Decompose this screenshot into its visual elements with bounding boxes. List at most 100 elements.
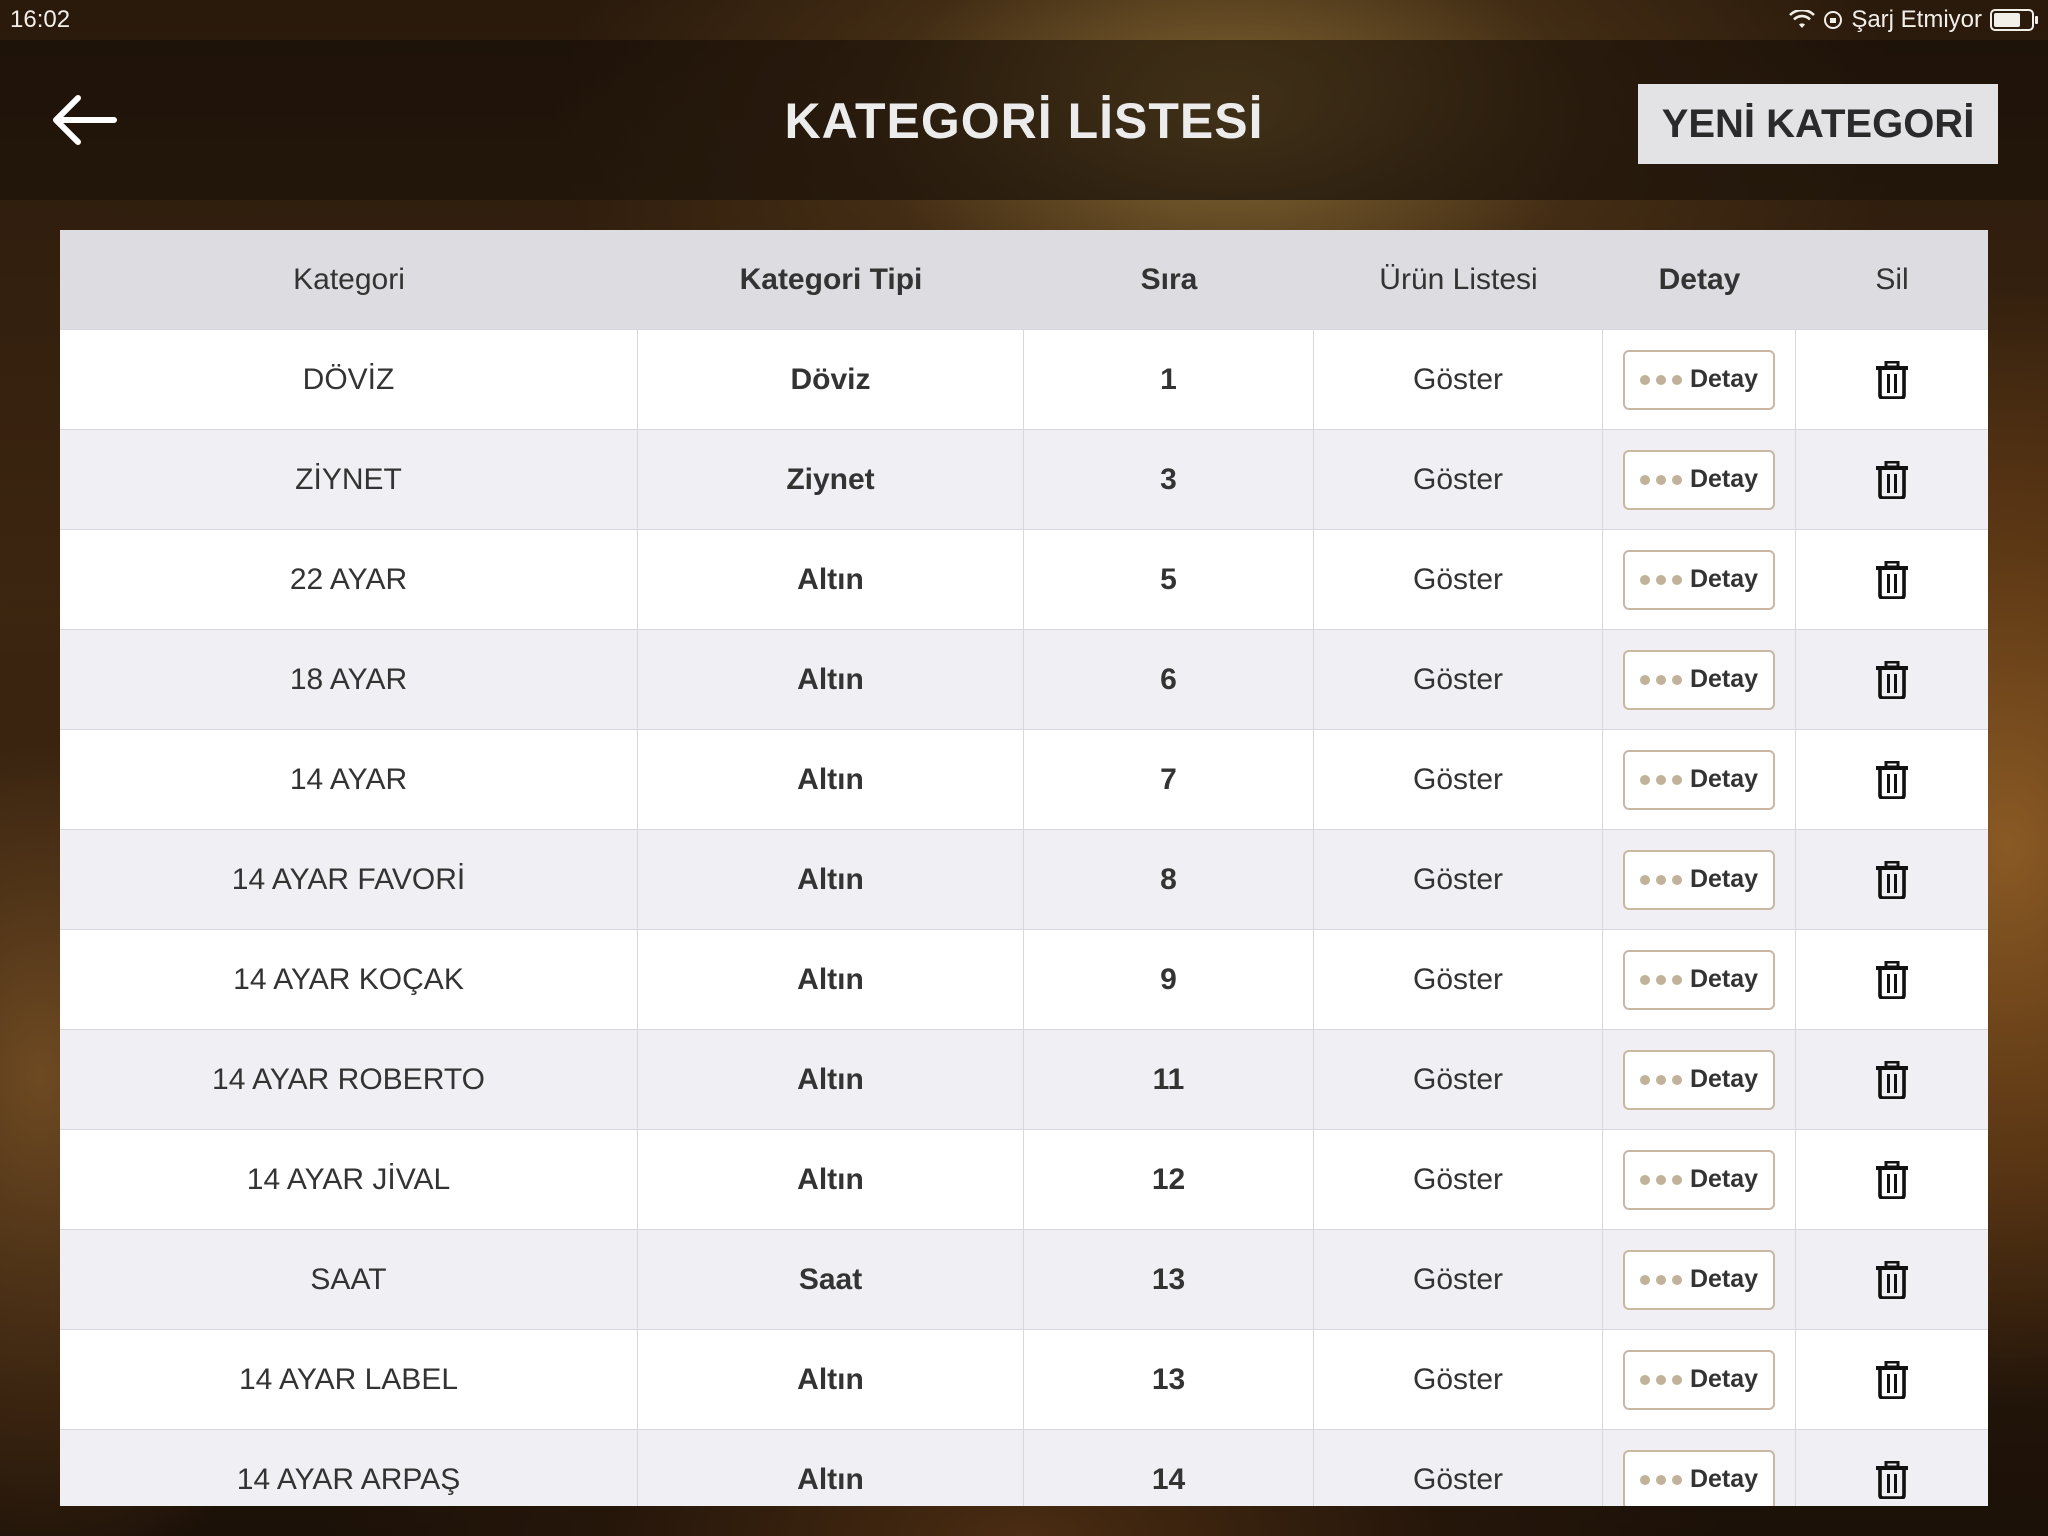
order-cell: 14 (1024, 1430, 1314, 1506)
more-dots-icon (1639, 974, 1682, 985)
detail-cell: Detay (1603, 830, 1796, 929)
trash-icon[interactable] (1875, 1360, 1909, 1399)
category-type-cell: Altın (638, 530, 1024, 629)
category-type-cell: Altın (638, 1030, 1024, 1129)
detail-cell: Detay (1603, 1130, 1796, 1229)
delete-cell (1796, 1330, 1988, 1429)
column-header-sil: Sil (1875, 262, 1909, 296)
detail-button[interactable]: Detay (1623, 949, 1775, 1010)
more-dots-icon (1639, 874, 1682, 885)
show-products-link[interactable]: Göster (1314, 830, 1603, 929)
table-header: Kategori Kategori Tipi Sıra Ürün Listesi… (60, 230, 1988, 330)
order-cell: 9 (1024, 930, 1314, 1029)
trash-icon[interactable] (1875, 960, 1909, 999)
show-products-link[interactable]: Göster (1314, 1130, 1603, 1229)
trash-icon[interactable] (1875, 1060, 1909, 1099)
detail-button-label: Detay (1689, 1065, 1759, 1093)
category-name-cell: 14 AYAR LABEL (60, 1330, 638, 1429)
category-name-cell: 14 AYAR KOÇAK (60, 930, 638, 1029)
delete-cell (1796, 630, 1988, 729)
more-dots-icon (1639, 674, 1682, 685)
trash-icon[interactable] (1875, 560, 1909, 599)
detail-button[interactable]: Detay (1623, 1349, 1775, 1410)
detail-button[interactable]: Detay (1623, 349, 1775, 410)
more-dots-icon (1639, 474, 1682, 485)
detail-button[interactable]: Detay (1623, 1049, 1775, 1110)
trash-icon[interactable] (1875, 660, 1909, 699)
trash-icon[interactable] (1875, 1460, 1909, 1499)
more-dots-icon (1639, 1174, 1682, 1185)
column-header-kategori: Kategori (293, 262, 405, 296)
trash-icon[interactable] (1875, 760, 1909, 799)
show-products-link[interactable]: Göster (1314, 630, 1603, 729)
detail-cell: Detay (1603, 730, 1796, 829)
header-bar: KATEGORİ LİSTESİ YENİ KATEGORİ (0, 40, 2048, 200)
detail-button-label: Detay (1689, 1365, 1759, 1393)
detail-button[interactable]: Detay (1623, 1149, 1775, 1210)
column-header-detay: Detay (1658, 262, 1741, 296)
category-name-cell: DÖVİZ (60, 330, 638, 429)
show-products-link[interactable]: Göster (1314, 730, 1603, 829)
category-type-cell: Altın (638, 730, 1024, 829)
detail-cell: Detay (1603, 1330, 1796, 1429)
category-name-cell: 14 AYAR ROBERTO (60, 1030, 638, 1129)
status-right: Şarj Etmiyor (1789, 6, 2038, 34)
order-cell: 11 (1024, 1030, 1314, 1129)
new-category-button[interactable]: YENİ KATEGORİ (1638, 84, 1998, 164)
category-name-cell: 14 AYAR (60, 730, 638, 829)
trash-icon[interactable] (1875, 360, 1909, 399)
status-bar: 16:02 Şarj Etmiyor (0, 0, 2048, 40)
table-body: DÖVİZ Döviz 1 Göster Detay ZİYNET Ziynet… (60, 330, 1988, 1506)
category-type-cell: Altın (638, 830, 1024, 929)
order-cell: 7 (1024, 730, 1314, 829)
detail-button[interactable]: Detay (1623, 1249, 1775, 1310)
detail-cell: Detay (1603, 630, 1796, 729)
category-name-cell: 22 AYAR (60, 530, 638, 629)
show-products-link[interactable]: Göster (1314, 330, 1603, 429)
detail-button[interactable]: Detay (1623, 649, 1775, 710)
order-cell: 5 (1024, 530, 1314, 629)
show-products-link[interactable]: Göster (1314, 1330, 1603, 1429)
category-name-cell: 14 AYAR FAVORİ (60, 830, 638, 929)
trash-icon[interactable] (1875, 460, 1909, 499)
category-name-cell: SAAT (60, 1230, 638, 1329)
detail-button[interactable]: Detay (1623, 749, 1775, 810)
detail-button[interactable]: Detay (1623, 549, 1775, 610)
show-products-link[interactable]: Göster (1314, 930, 1603, 1029)
detail-cell: Detay (1603, 330, 1796, 429)
detail-button-label: Detay (1689, 965, 1759, 993)
category-type-cell: Altın (638, 630, 1024, 729)
table-row: 14 AYAR ARPAŞ Altın 14 Göster Detay (60, 1430, 1988, 1506)
delete-cell (1796, 1130, 1988, 1229)
category-table: Kategori Kategori Tipi Sıra Ürün Listesi… (60, 230, 1988, 1506)
detail-button-label: Detay (1689, 365, 1759, 393)
show-products-link[interactable]: Göster (1314, 1430, 1603, 1506)
delete-cell (1796, 330, 1988, 429)
detail-cell: Detay (1603, 1030, 1796, 1129)
trash-icon[interactable] (1875, 1160, 1909, 1199)
table-row: 14 AYAR Altın 7 Göster Detay (60, 730, 1988, 830)
show-products-link[interactable]: Göster (1314, 430, 1603, 529)
trash-icon[interactable] (1875, 860, 1909, 899)
detail-button-label: Detay (1689, 765, 1759, 793)
show-products-link[interactable]: Göster (1314, 530, 1603, 629)
order-cell: 1 (1024, 330, 1314, 429)
battery-icon (1990, 9, 2038, 31)
table-row: DÖVİZ Döviz 1 Göster Detay (60, 330, 1988, 430)
show-products-link[interactable]: Göster (1314, 1230, 1603, 1329)
order-cell: 12 (1024, 1130, 1314, 1229)
table-row: 14 AYAR JİVAL Altın 12 Göster Detay (60, 1130, 1988, 1230)
category-name-cell: 18 AYAR (60, 630, 638, 729)
more-dots-icon (1639, 774, 1682, 785)
more-dots-icon (1639, 574, 1682, 585)
delete-cell (1796, 1430, 1988, 1506)
charging-status: Şarj Etmiyor (1851, 6, 1982, 33)
detail-button[interactable]: Detay (1623, 449, 1775, 510)
detail-button[interactable]: Detay (1623, 1449, 1775, 1506)
detail-button[interactable]: Detay (1623, 849, 1775, 910)
show-products-link[interactable]: Göster (1314, 1030, 1603, 1129)
more-dots-icon (1639, 1074, 1682, 1085)
detail-button-label: Detay (1689, 465, 1759, 493)
category-name-cell: 14 AYAR ARPAŞ (60, 1430, 638, 1506)
trash-icon[interactable] (1875, 1260, 1909, 1299)
